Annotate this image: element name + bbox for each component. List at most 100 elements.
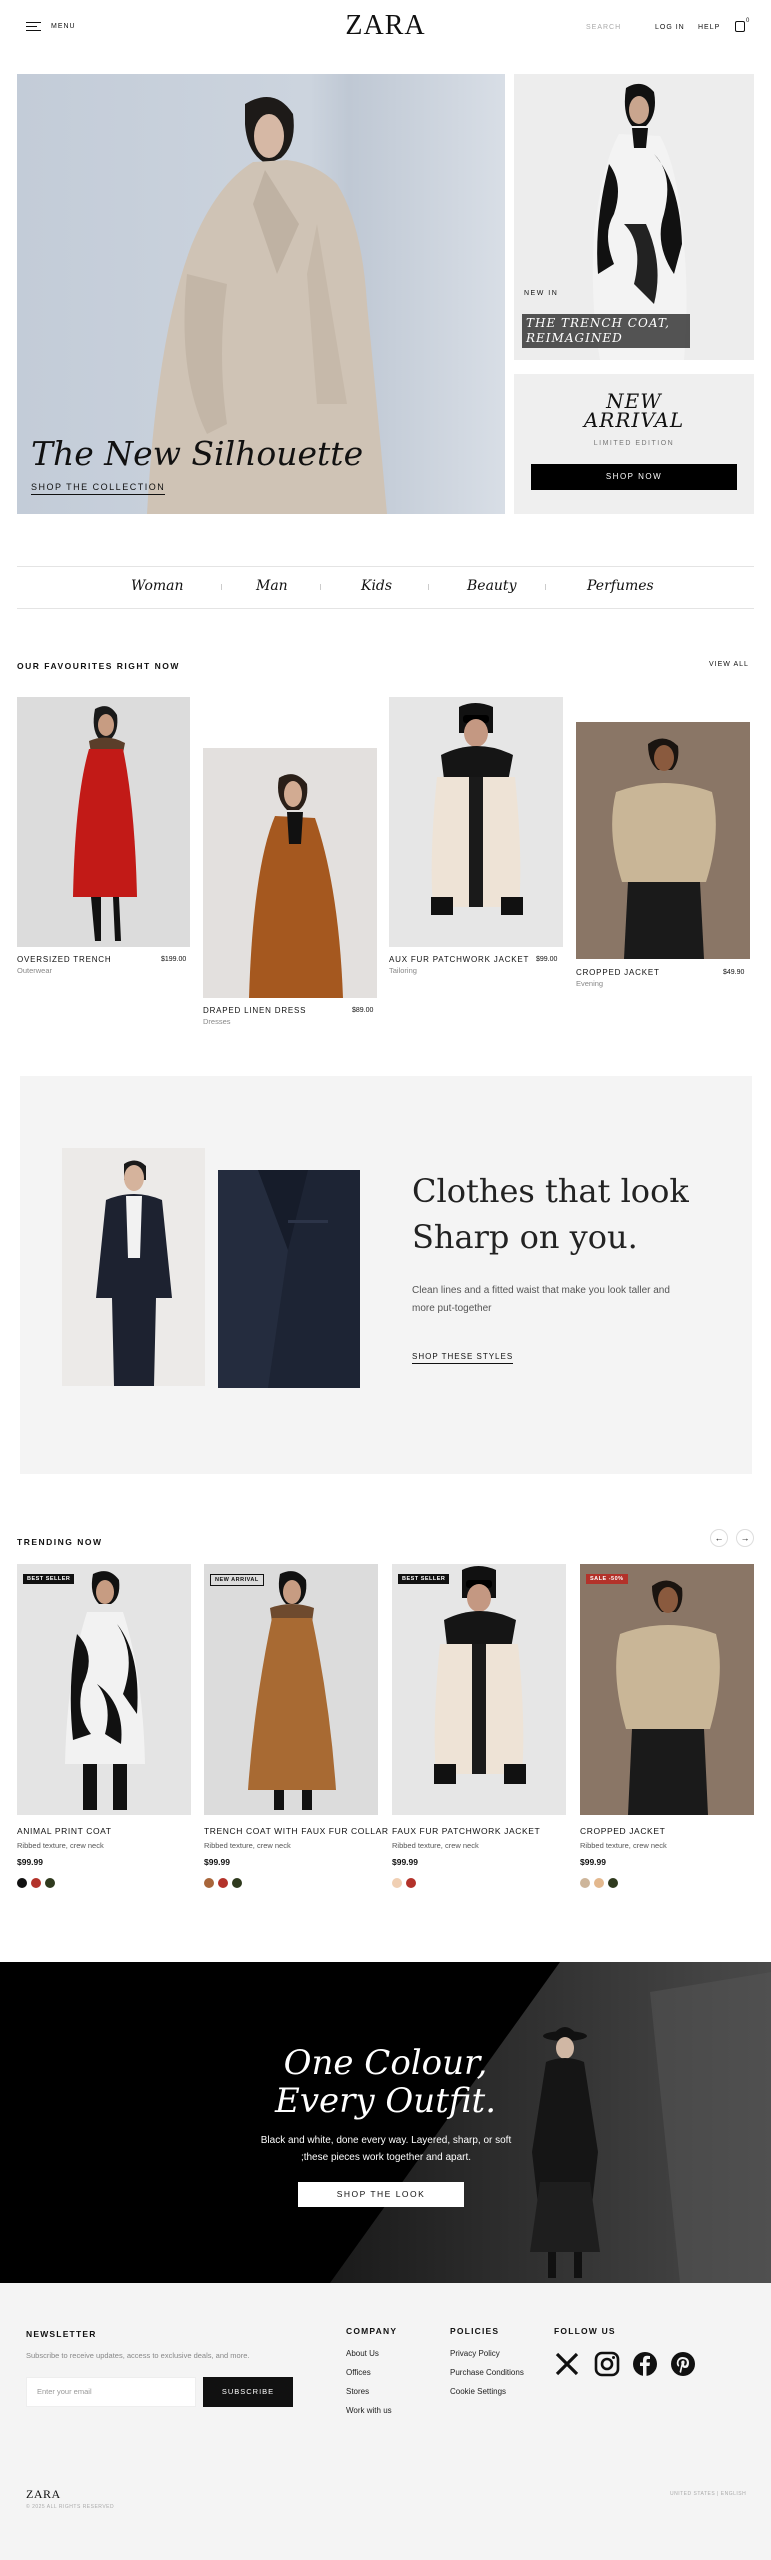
- footer-link-about[interactable]: About Us: [346, 2349, 379, 2358]
- subscribe-button[interactable]: SUBSCRIBE: [203, 2377, 293, 2407]
- footer-logo[interactable]: ZARA: [26, 2487, 61, 2502]
- color-swatch[interactable]: [17, 1878, 27, 1888]
- category-divider-bottom: [17, 608, 754, 609]
- product-price: $89.00: [352, 1007, 374, 1014]
- red-coat-image: [73, 706, 137, 941]
- product-card-fur-patchwork-jacket[interactable]: [389, 697, 563, 947]
- color-swatch[interactable]: [406, 1878, 416, 1888]
- color-swatch[interactable]: [45, 1878, 55, 1888]
- category-kids[interactable]: Kids: [361, 578, 392, 594]
- new-arrival-title: NEW ARRIVAL: [514, 391, 754, 430]
- category-woman[interactable]: Woman: [131, 578, 184, 594]
- trending-card-cropped-jacket[interactable]: SALE -50%: [580, 1564, 754, 1815]
- shopping-bag-icon[interactable]: [735, 21, 745, 32]
- footer-link-cookies[interactable]: Cookie Settings: [450, 2387, 506, 2396]
- trench-caption-line1: THE TRENCH COAT,: [526, 316, 670, 330]
- category-separator: [428, 584, 429, 590]
- sharp-look-section: Clothes that look Sharp on you. Clean li…: [20, 1076, 752, 1474]
- category-separator: [320, 584, 321, 590]
- product-name[interactable]: AUX FUR PATCHWORK JACKET: [389, 955, 529, 964]
- color-swatch[interactable]: [594, 1878, 604, 1888]
- color-swatch[interactable]: [31, 1878, 41, 1888]
- color-swatch[interactable]: [392, 1878, 402, 1888]
- product-card-cropped-jacket[interactable]: [576, 722, 750, 959]
- shop-collection-link[interactable]: SHOP THE COLLECTION: [31, 482, 166, 495]
- footer-link-work[interactable]: Work with us: [346, 2406, 392, 2415]
- product-description: Ribbed texture, crew neck: [204, 1841, 291, 1850]
- footer-link-offices[interactable]: Offices: [346, 2368, 371, 2377]
- fur-jacket-image: [431, 703, 523, 915]
- color-swatch[interactable]: [204, 1878, 214, 1888]
- new-arrival-card: NEW ARRIVAL LIMITED EDITION SHOP NOW: [514, 374, 754, 514]
- shop-now-button[interactable]: SHOP NOW: [531, 464, 737, 490]
- product-card-draped-linen-dress[interactable]: [203, 748, 377, 998]
- copyright-text: © 2025 ALL RIGHTS RESERVED: [26, 2504, 115, 2510]
- hero-title: The New Silhouette: [31, 434, 364, 473]
- trending-card-trench-faux-fur[interactable]: NEW ARRIVAL: [204, 1564, 378, 1815]
- product-name[interactable]: DRAPED LINEN DRESS: [203, 1006, 306, 1015]
- sale-badge: SALE -50%: [586, 1574, 628, 1584]
- region-selector[interactable]: UNITED STATES | ENGLISH: [670, 2491, 746, 2497]
- product-name[interactable]: ANIMAL PRINT COAT: [17, 1826, 112, 1836]
- facebook-icon[interactable]: [632, 2351, 658, 2377]
- sharp-title-line2: Sharp on you.: [412, 1218, 638, 1256]
- category-divider-top: [17, 566, 754, 567]
- product-price: $99.99: [204, 1857, 230, 1867]
- color-swatch[interactable]: [232, 1878, 242, 1888]
- pinterest-icon[interactable]: [670, 2351, 696, 2377]
- product-category: Outerwear: [17, 966, 53, 975]
- best-seller-badge: BEST SELLER: [23, 1574, 75, 1584]
- faux-fur-image: [434, 1566, 526, 1784]
- footer-link-stores[interactable]: Stores: [346, 2387, 369, 2396]
- footer-link-purchase[interactable]: Purchase Conditions: [450, 2368, 524, 2377]
- shop-styles-link[interactable]: SHOP THESE STYLES: [412, 1352, 514, 1364]
- product-name[interactable]: FAUX FUR PATCHWORK JACKET: [392, 1826, 540, 1836]
- product-name[interactable]: CROPPED JACKET: [576, 968, 660, 977]
- product-name[interactable]: OVERSIZED TRENCH: [17, 955, 111, 964]
- color-swatch[interactable]: [580, 1878, 590, 1888]
- animal-coat-image: [65, 1571, 145, 1810]
- category-man[interactable]: Man: [256, 578, 288, 594]
- camel-trench-image: [248, 1571, 336, 1810]
- suit-detail-image: [218, 1170, 360, 1388]
- view-all-link[interactable]: VIEW ALL: [709, 661, 749, 668]
- trending-card-faux-fur-jacket[interactable]: BEST SELLER: [392, 1564, 566, 1815]
- product-description: Ribbed texture, crew neck: [17, 1841, 104, 1850]
- brown-coat-image: [249, 774, 343, 998]
- color-swatch[interactable]: [218, 1878, 228, 1888]
- new-in-tag: NEW IN: [524, 290, 559, 297]
- product-card-oversized-trench[interactable]: [17, 697, 190, 947]
- trench-caption: THE TRENCH COAT, REIMAGINED: [526, 316, 670, 346]
- product-price: $99.99: [17, 1857, 43, 1867]
- product-name[interactable]: CROPPED JACKET: [580, 1826, 665, 1836]
- footer-link-privacy[interactable]: Privacy Policy: [450, 2349, 500, 2358]
- arrow-left-icon[interactable]: ←: [710, 1529, 728, 1547]
- product-category: Dresses: [203, 1017, 231, 1026]
- trench-coat-promo[interactable]: NEW IN THE TRENCH COAT, REIMAGINED: [514, 74, 754, 360]
- product-name[interactable]: TRENCH COAT WITH FAUX FUR COLLAR: [204, 1826, 389, 1836]
- color-swatch[interactable]: [608, 1878, 618, 1888]
- policies-title: POLICIES: [450, 2326, 500, 2336]
- product-category: Tailoring: [389, 966, 417, 975]
- login-link[interactable]: LOG IN: [655, 24, 685, 31]
- email-input[interactable]: Enter your email: [26, 2377, 196, 2407]
- trending-card-animal-print-coat[interactable]: BEST SELLER: [17, 1564, 191, 1815]
- banner-title-line1: One Colour,: [283, 2043, 488, 2083]
- shop-the-look-button[interactable]: SHOP THE LOOK: [298, 2182, 464, 2207]
- help-link[interactable]: HELP: [698, 24, 720, 31]
- favourites-title: OUR FAVOURITES RIGHT NOW: [17, 661, 180, 671]
- category-perfumes[interactable]: Perfumes: [587, 578, 654, 594]
- banner-title: One Colour, Every Outfit.: [0, 2044, 771, 2120]
- banner-model-image: [330, 1962, 771, 2283]
- search-input[interactable]: SEARCH: [586, 24, 621, 31]
- product-description: Ribbed texture, crew neck: [392, 1841, 479, 1850]
- arrow-right-icon[interactable]: →: [736, 1529, 754, 1547]
- category-beauty[interactable]: Beauty: [467, 578, 516, 594]
- hero-banner[interactable]: The New Silhouette SHOP THE COLLECTION: [17, 74, 505, 514]
- instagram-icon[interactable]: [594, 2351, 620, 2377]
- sharp-description: Clean lines and a fitted waist that make…: [412, 1285, 670, 1314]
- x-icon[interactable]: [554, 2351, 580, 2377]
- category-separator: [221, 584, 222, 590]
- sharp-title: Clothes that look Sharp on you.: [412, 1168, 689, 1260]
- banner-title-line2: Every Outfit.: [275, 2081, 496, 2121]
